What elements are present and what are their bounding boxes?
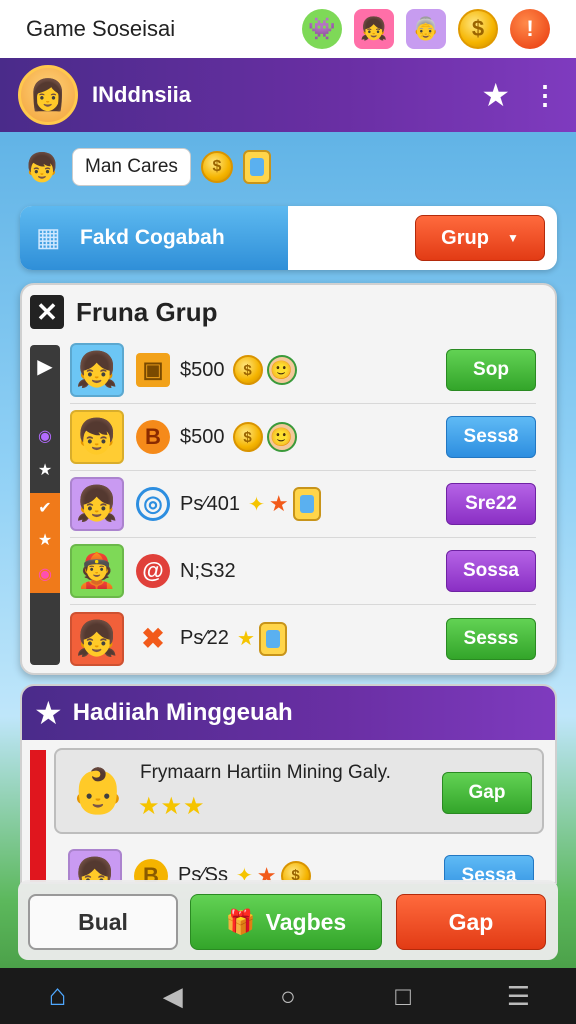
username: INddnsiia: [92, 82, 192, 107]
bual-button[interactable]: Bual: [28, 894, 178, 950]
rewards-panel: ★ Hadiiah Minggeuah 👶 Frymaarn Hartiin M…: [20, 684, 557, 884]
group-dropdown[interactable]: Grup ▼: [415, 215, 545, 261]
coin-icon: $: [232, 422, 263, 452]
play-icon[interactable]: ▶: [30, 351, 60, 381]
star-icon: ★: [268, 491, 289, 516]
rating-stars: ★★★: [138, 793, 206, 820]
currency-row: 👦 Man Cares $: [22, 144, 271, 190]
avatar: 👲: [70, 544, 124, 598]
star-icon: ★: [236, 628, 255, 650]
avatar: 👧: [70, 343, 124, 397]
ticket-icon: [292, 487, 321, 521]
goblin-icon[interactable]: 👾: [302, 9, 342, 49]
reward-card[interactable]: 👶 Frymaarn Hartiin Mining Galy. ★★★ Gap: [54, 748, 544, 834]
profile-header: 👩 INddnsiia ★ ⋮: [0, 58, 576, 132]
reward-claim-button[interactable]: Gap: [442, 772, 532, 814]
list-item[interactable]: 👧 B Ps⁄Ss ✦ ★ $ Sessa: [54, 842, 544, 882]
row-action-button[interactable]: Sesss: [446, 617, 536, 660]
app-title: Game Soseisai: [26, 16, 176, 41]
circle-icon[interactable]: ◉: [30, 559, 60, 589]
back-icon[interactable]: ◀: [153, 981, 193, 1012]
panel-sidebar: ▶ ◉ ★ ✔ ★ ◉: [30, 345, 60, 665]
gap-button[interactable]: Gap: [396, 894, 546, 950]
menu-icon[interactable]: ☰: [498, 981, 538, 1012]
row-value: $500: [180, 358, 225, 381]
caret-down-icon: ▼: [506, 231, 519, 245]
more-menu-icon[interactable]: ⋮: [532, 80, 558, 111]
crate-icon: ▣: [136, 353, 170, 387]
list-item[interactable]: 👧 ▣ $500 $ 🙂 Sop: [70, 337, 536, 404]
row-value: Ps⁄401: [180, 492, 241, 515]
rewards-title: Hadiiah Minggeuah: [72, 699, 293, 726]
rewards-accent-bar: [30, 750, 46, 882]
avatar: 👧: [68, 848, 122, 882]
cube-icon: ▦: [36, 222, 61, 252]
row-action-button[interactable]: Sre22: [446, 483, 536, 525]
grandma-avatar-icon[interactable]: 👵: [406, 9, 446, 49]
avatar: 👧: [70, 477, 124, 531]
badge-icon: B: [136, 420, 170, 454]
row-action-button[interactable]: Sossa: [446, 550, 536, 592]
coin-icon: $: [200, 151, 233, 183]
friend-avatar-icon: 🙂: [266, 355, 297, 385]
row-action-button[interactable]: Sop: [446, 349, 536, 391]
ticket-icon: [242, 150, 271, 184]
row-value: $500: [180, 425, 225, 448]
girl-avatar-icon[interactable]: 👧: [354, 9, 394, 49]
favorite-star-icon[interactable]: ★: [481, 76, 510, 114]
kid-avatar-icon: 👶: [70, 767, 126, 816]
home-app-icon[interactable]: ⌂: [38, 979, 78, 1013]
alert-icon[interactable]: !: [510, 9, 550, 49]
top-bar: Game Soseisai 👾 👧 👵 $ !: [0, 0, 576, 58]
rewards-header: ★ Hadiiah Minggeuah: [22, 686, 555, 740]
filter-bar: ▦ Fakd Cogabah Grup ▼: [20, 206, 557, 270]
close-icon[interactable]: ✕: [30, 295, 64, 329]
list-item[interactable]: 👧 ◎ Ps⁄401 ✦ ★ Sre22: [70, 471, 536, 538]
star-icon[interactable]: ★: [30, 525, 60, 555]
avatar[interactable]: 👩: [18, 65, 78, 125]
sparkle-icon: ✦: [248, 493, 265, 516]
kid-avatar-icon: 👦: [24, 151, 60, 183]
ticket-icon: [258, 621, 287, 656]
recents-icon[interactable]: □: [383, 981, 423, 1012]
coin-icon[interactable]: $: [458, 9, 498, 49]
friend-avatar-icon: 🙂: [266, 422, 297, 452]
avatar: 👦: [70, 410, 124, 464]
list-item[interactable]: 👧 ✖ Ps⁄22 ★ Sesss: [70, 605, 536, 672]
gift-box-icon: 🎁: [225, 908, 256, 936]
name-pill[interactable]: Man Cares: [72, 148, 191, 186]
filter-label-area[interactable]: ▦ Fakd Cogabah: [20, 206, 288, 270]
cross-icon: ✖: [141, 623, 165, 654]
list-item[interactable]: 👦 B $500 $ 🙂 Sess8: [70, 404, 536, 471]
vagbes-button[interactable]: 🎁 Vagbes: [190, 894, 382, 950]
check-icon[interactable]: ✔: [30, 493, 60, 523]
panel-title: Fruna Grup: [76, 296, 218, 327]
home-circle-icon[interactable]: ○: [268, 981, 308, 1012]
circle-icon[interactable]: ◉: [30, 421, 60, 451]
row-action-button[interactable]: Sess8: [446, 416, 536, 458]
group-dropdown-label: Grup: [441, 226, 489, 249]
group-panel: ✕ Fruna Grup ▶ ◉ ★ ✔ ★ ◉ 👧 ▣ $500 $ 🙂 So…: [20, 283, 557, 675]
list-item[interactable]: 👲 @ N;S32 Sossa: [70, 538, 536, 605]
row-value: N;S32: [180, 559, 236, 582]
target-icon: @: [136, 554, 170, 588]
action-bar: Bual 🎁 Vagbes Gap: [18, 880, 558, 960]
star-icon[interactable]: ★: [30, 455, 60, 485]
coin-icon: $: [232, 355, 263, 385]
star-icon: ★: [34, 695, 63, 731]
avatar: 👧: [70, 611, 124, 666]
filter-label: Fakd Cogabah: [80, 226, 225, 249]
row-value: Ps⁄22: [180, 627, 229, 649]
vagbes-label: Vagbes: [265, 908, 347, 935]
system-nav-bar: ⌂ ◀ ○ □ ☰: [0, 968, 576, 1024]
token-icon: ◎: [136, 487, 170, 521]
reward-text: Frymaarn Hartiin Mining Galy.: [140, 762, 391, 783]
